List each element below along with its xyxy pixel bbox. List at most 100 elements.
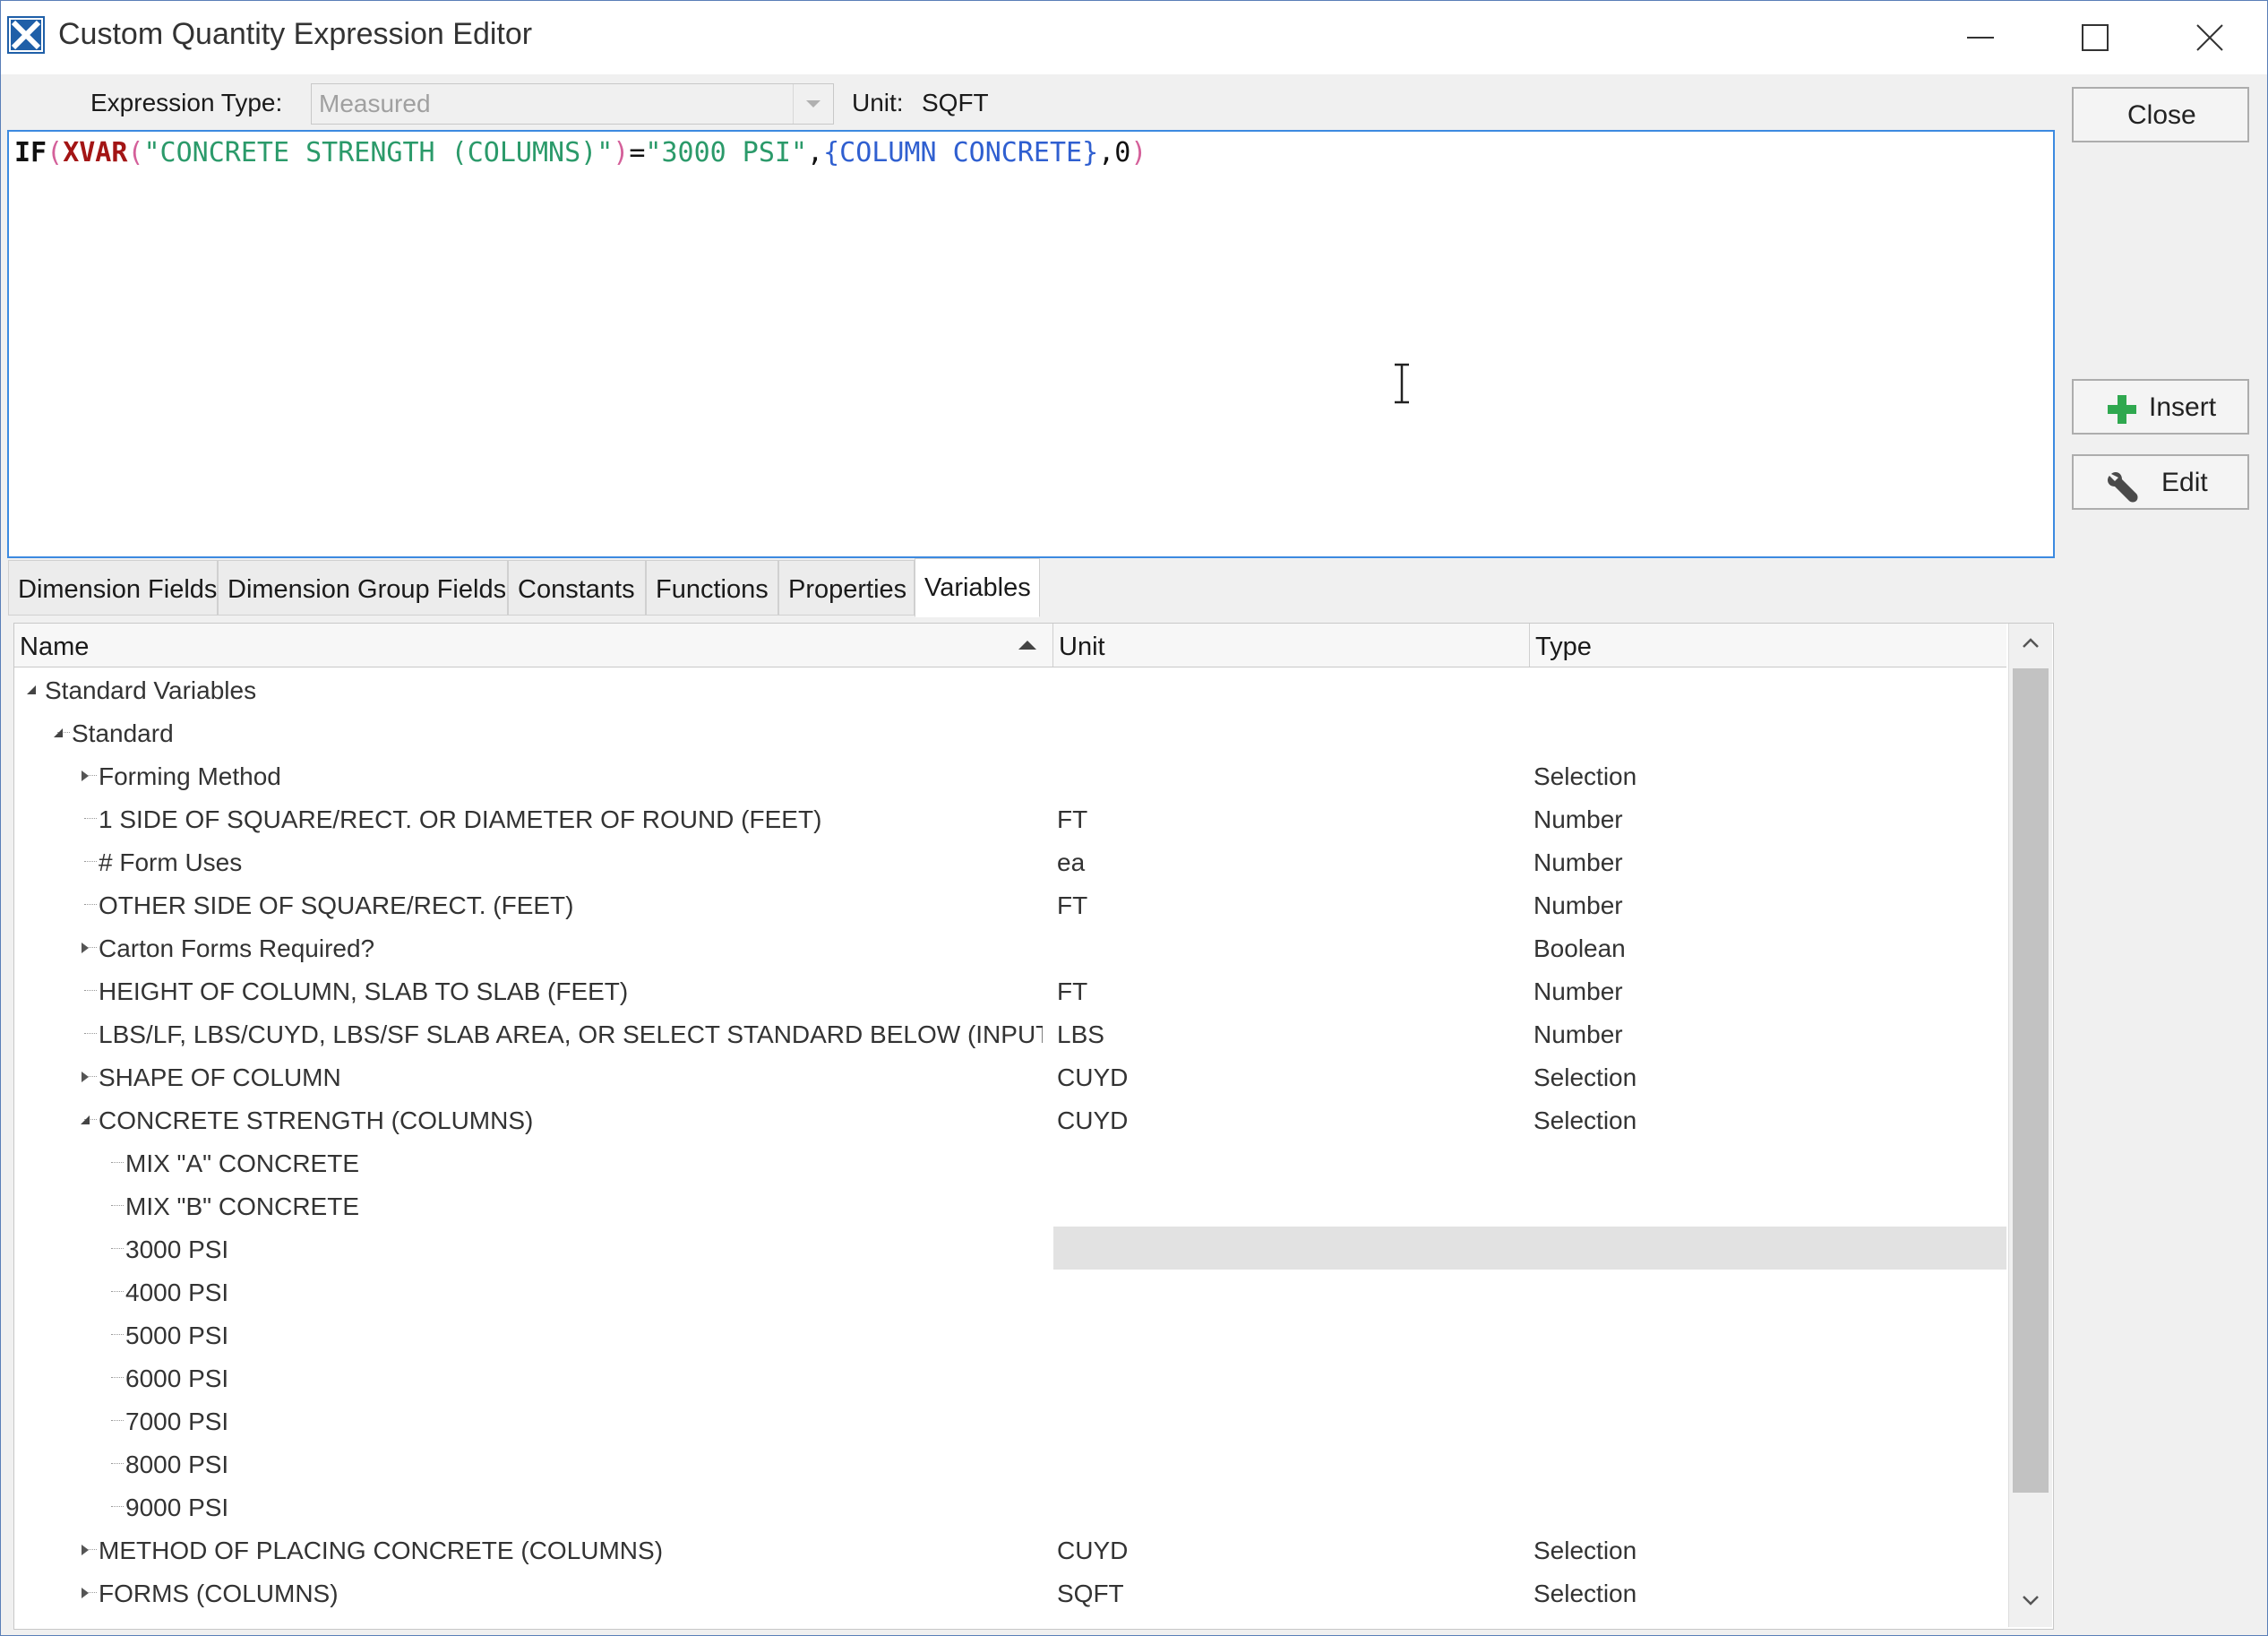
close-icon — [2196, 24, 2223, 51]
expand-arrow-icon[interactable] — [79, 1544, 91, 1556]
row-name: METHOD OF PLACING CONCRETE (COLUMNS) — [99, 1537, 664, 1564]
row-unit: CUYD — [1057, 1537, 1129, 1564]
tree-row[interactable]: OTHER SIDE OF SQUARE/RECT. (FEET) FT Numbe… — [14, 883, 2006, 926]
row-unit: CUYD — [1057, 1063, 1129, 1091]
row-type: Selection — [1533, 1106, 1637, 1134]
row-type: Number — [1533, 805, 1623, 833]
row-unit: FT — [1057, 805, 1088, 833]
tab-dimension-fields[interactable]: Dimension Fields — [8, 560, 218, 616]
row-type: Boolean — [1533, 934, 1626, 962]
column-header-label: Name — [20, 633, 90, 661]
row-unit: CUYD — [1057, 1106, 1129, 1134]
token-paren: ) — [1130, 137, 1147, 168]
tree-connector — [111, 1162, 124, 1163]
row-unit: FT — [1057, 977, 1088, 1005]
text-cursor-icon — [1395, 363, 1409, 404]
tab-dimension-group-fields[interactable]: Dimension Group Fields — [218, 560, 508, 616]
maximize-button[interactable] — [2041, 1, 2149, 74]
tree-row[interactable]: METHOD OF PLACING CONCRETE (COLUMNS) CUYD… — [14, 1528, 2006, 1571]
token-if: IF — [14, 137, 47, 168]
expression-editor[interactable]: IF(XVAR("CONCRETE STRENGTH (COLUMNS)")="… — [7, 130, 2055, 558]
row-name: Standard Variables — [45, 676, 257, 704]
expand-arrow-icon[interactable] — [79, 1071, 91, 1083]
column-header-unit[interactable]: Unit — [1053, 624, 1530, 667]
tree-row[interactable]: 1 SIDE OF SQUARE/RECT. OR DIAMETER OF RO… — [14, 796, 2006, 840]
collapse-arrow-icon[interactable] — [79, 1114, 91, 1126]
expression-text[interactable]: IF(XVAR("CONCRETE STRENGTH (COLUMNS)")="… — [14, 135, 1147, 171]
row-name: MIX "A" CONCRETE — [125, 1150, 360, 1177]
scroll-up-icon[interactable] — [2022, 638, 2040, 649]
expand-arrow-icon[interactable] — [79, 770, 91, 782]
token-string: "CONCRETE STRENGTH (COLUMNS)" — [143, 137, 614, 168]
tree-row[interactable]: FORMS (COLUMNS) SQFT Selection — [14, 1571, 2006, 1614]
vertical-scrollbar[interactable] — [2008, 624, 2052, 1627]
tree-row[interactable]: 7000 PSI — [14, 1399, 2006, 1442]
expand-arrow-icon[interactable] — [79, 1587, 91, 1599]
row-type: Selection — [1533, 1580, 1637, 1607]
minimize-icon — [1967, 37, 1994, 39]
row-name: 5000 PSI — [125, 1322, 229, 1349]
tree-connector — [111, 1205, 124, 1206]
tree-row[interactable]: 8000 PSI — [14, 1442, 2006, 1485]
title-bar: Custom Quantity Expression Editor — [1, 1, 2267, 74]
tree-row[interactable]: HEIGHT OF COLUMN, SLAB TO SLAB (FEET) FT N… — [14, 969, 2006, 1012]
insert-button[interactable]: Insert — [2072, 379, 2249, 435]
grid-rows: Standard Variables Standard Forming Method… — [14, 667, 2006, 1626]
tree-row[interactable]: # Form Uses ea Number — [14, 840, 2006, 883]
window-close-button[interactable] — [2156, 1, 2264, 74]
scrollbar-thumb[interactable] — [2013, 668, 2049, 1493]
tree-row[interactable]: MIX "B" CONCRETE — [14, 1184, 2006, 1227]
tree-connector — [84, 1033, 97, 1034]
variables-tree-grid[interactable]: Name Unit Type Standard Variables Standar… — [13, 623, 2054, 1630]
app-icon — [7, 16, 45, 54]
collapse-arrow-icon[interactable] — [25, 684, 38, 696]
token-comma: , — [807, 137, 824, 168]
tree-row[interactable]: Standard Variables — [14, 667, 2006, 710]
tree-row[interactable]: Forming Method Selection — [14, 753, 2006, 796]
scroll-down-icon[interactable] — [2022, 1595, 2040, 1606]
column-header-name[interactable]: Name — [14, 624, 1053, 667]
tree-row[interactable]: SHAPE OF COLUMN CUYD Selection — [14, 1055, 2006, 1098]
tree-row[interactable]: 4000 PSI — [14, 1270, 2006, 1313]
tree-connector — [84, 818, 97, 819]
tab-properties[interactable]: Properties — [778, 560, 915, 616]
row-name: 7000 PSI — [125, 1408, 229, 1435]
tree-row[interactable]: LBS/LF, LBS/CUYD, LBS/SF SLAB AREA, OR S… — [14, 1012, 2006, 1055]
row-type: Selection — [1533, 1063, 1637, 1091]
tree-row[interactable]: Standard — [14, 710, 2006, 753]
close-button[interactable]: Close — [2072, 87, 2249, 142]
maximize-icon — [2082, 24, 2109, 51]
row-name: MIX "B" CONCRETE — [125, 1193, 360, 1220]
tree-row[interactable]: 3000 PSI — [14, 1227, 2006, 1270]
row-name: FORMS (COLUMNS) — [99, 1580, 339, 1607]
tree-connector — [84, 904, 97, 905]
tree-connector — [111, 1420, 124, 1421]
unit-label: Unit: — [852, 89, 904, 116]
row-type: Number — [1533, 1020, 1623, 1048]
tab-functions[interactable]: Functions — [646, 560, 778, 616]
tree-row[interactable]: 5000 PSI — [14, 1313, 2006, 1356]
tab-variables[interactable]: Variables — [915, 558, 1040, 617]
expand-arrow-icon[interactable] — [79, 942, 91, 954]
collapse-arrow-icon[interactable] — [52, 727, 64, 739]
expression-type-label: Expression Type: — [90, 89, 283, 116]
dropdown-arrow[interactable] — [793, 84, 833, 124]
token-string: "3000 PSI" — [645, 137, 808, 168]
tree-row[interactable]: Carton Forms Required? Boolean — [14, 926, 2006, 969]
close-button-label: Close — [2127, 100, 2196, 130]
token-equals: = — [629, 137, 646, 168]
row-type: Number — [1533, 977, 1623, 1005]
tab-constants[interactable]: Constants — [508, 560, 646, 616]
row-name: LBS/LF, LBS/CUYD, LBS/SF SLAB AREA, OR S… — [99, 1020, 1043, 1048]
tree-row[interactable]: CONCRETE STRENGTH (COLUMNS) CUYD Selection — [14, 1098, 2006, 1141]
row-type: Selection — [1533, 762, 1637, 790]
tree-row[interactable]: MIX "A" CONCRETE — [14, 1141, 2006, 1184]
column-header-type[interactable]: Type — [1530, 624, 2006, 667]
minimize-button[interactable] — [1927, 1, 2034, 74]
edit-button[interactable]: Edit — [2072, 454, 2249, 510]
row-name: 6000 PSI — [125, 1365, 229, 1392]
tree-row[interactable]: 6000 PSI — [14, 1356, 2006, 1399]
tab-label: Properties — [788, 575, 907, 604]
tree-row[interactable]: 9000 PSI — [14, 1485, 2006, 1528]
expression-type-dropdown[interactable]: Measured — [311, 83, 834, 125]
